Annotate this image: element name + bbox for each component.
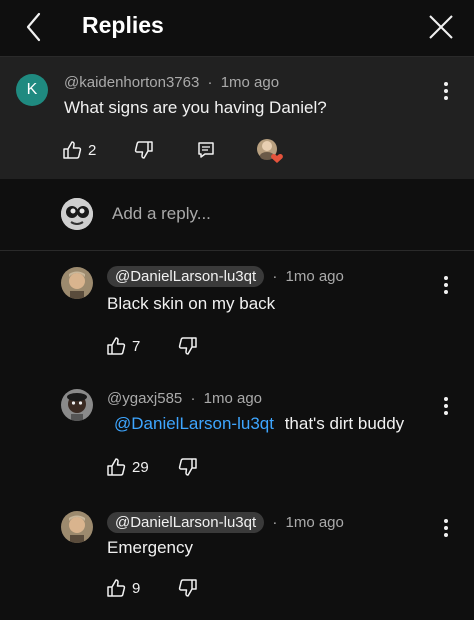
header-bar: Replies	[0, 0, 474, 57]
reply-composer: Add a reply...	[0, 179, 474, 251]
comment-meta: @DanielLarson-lu3qt · 1mo ago	[107, 266, 344, 287]
thumbs-up-icon	[106, 336, 126, 356]
meta-separator: ·	[190, 390, 196, 407]
parent-comment: K @kaidenhorton3763 · 1mo ago What signs…	[0, 57, 474, 179]
like-button[interactable]: 7	[106, 336, 140, 356]
comment-text: that's dirt buddy	[284, 414, 405, 433]
comment-author[interactable]: @DanielLarson-lu3qt	[107, 512, 265, 533]
more-options-button[interactable]	[436, 79, 456, 105]
like-button[interactable]: 29	[106, 457, 149, 477]
avatar-image-icon	[61, 389, 93, 421]
comment-meta: @ygaxj585 · 1mo ago	[107, 390, 262, 407]
comment-time: 1mo ago	[285, 514, 344, 531]
reply-button[interactable]	[196, 140, 216, 160]
comment-text: What signs are you having Daniel?	[64, 98, 327, 117]
comment-meta: @DanielLarson-lu3qt · 1mo ago	[107, 512, 344, 533]
close-icon	[429, 15, 453, 39]
avatar[interactable]	[61, 511, 93, 543]
like-count: 7	[132, 337, 141, 355]
comment-author[interactable]: @kaidenhorton3763	[64, 74, 199, 91]
comment-icon	[196, 140, 216, 160]
avatar-image-icon	[61, 267, 93, 299]
thumbs-up-icon	[62, 140, 82, 160]
meta-separator: ·	[272, 514, 278, 531]
like-button[interactable]: 9	[106, 578, 140, 598]
comment-text: Emergency	[107, 538, 193, 557]
more-options-button[interactable]	[436, 516, 456, 542]
avatar[interactable]	[61, 389, 93, 421]
comment-time: 1mo ago	[220, 74, 280, 91]
mention-link[interactable]: @DanielLarson-lu3qt	[114, 414, 274, 433]
comment-text-line: @DanielLarson-lu3qt that's dirt buddy	[114, 414, 404, 434]
like-count: 29	[132, 458, 149, 476]
thumbs-up-icon	[106, 578, 126, 598]
chevron-left-icon	[26, 12, 41, 42]
comment-author[interactable]: @ygaxj585	[107, 390, 182, 407]
avatar[interactable]: K	[16, 74, 48, 106]
dislike-button[interactable]	[134, 140, 154, 160]
more-options-button[interactable]	[436, 273, 456, 299]
reply-item: @DanielLarson-lu3qt · 1mo ago Emergency …	[0, 498, 474, 620]
thumbs-down-icon	[178, 578, 198, 598]
thumbs-down-icon	[134, 140, 154, 160]
reply-item: @DanielLarson-lu3qt · 1mo ago Black skin…	[0, 251, 474, 374]
thumbs-down-icon	[178, 457, 198, 477]
comment-text: Black skin on my back	[107, 294, 276, 313]
meta-separator: ·	[207, 74, 213, 91]
reply-item: @ygaxj585 · 1mo ago @DanielLarson-lu3qt …	[0, 374, 474, 498]
kebab-menu-icon	[444, 519, 448, 537]
creator-heart-icon	[257, 139, 283, 163]
like-count: 2	[88, 141, 97, 159]
close-button[interactable]	[426, 12, 456, 42]
kebab-menu-icon	[444, 397, 448, 415]
creator-heart-badge	[255, 137, 285, 165]
kebab-menu-icon	[444, 276, 448, 294]
comment-meta: @kaidenhorton3763 · 1mo ago	[64, 74, 279, 91]
comment-time: 1mo ago	[285, 268, 344, 285]
comment-author[interactable]: @DanielLarson-lu3qt	[107, 266, 265, 287]
avatar-image-icon	[61, 198, 93, 230]
dislike-button[interactable]	[178, 457, 198, 477]
comment-time: 1mo ago	[203, 390, 262, 407]
thumbs-down-icon	[178, 336, 198, 356]
user-avatar[interactable]	[61, 198, 93, 230]
meta-separator: ·	[272, 268, 278, 285]
page-title: Replies	[82, 12, 164, 38]
back-button[interactable]	[20, 10, 50, 44]
more-options-button[interactable]	[436, 394, 456, 420]
like-count: 9	[132, 579, 141, 597]
thumbs-up-icon	[106, 457, 126, 477]
avatar-image-icon	[61, 511, 93, 543]
dislike-button[interactable]	[178, 578, 198, 598]
like-button[interactable]: 2	[62, 140, 96, 160]
kebab-menu-icon	[444, 82, 448, 100]
reply-input[interactable]: Add a reply...	[112, 204, 211, 224]
dislike-button[interactable]	[178, 336, 198, 356]
avatar[interactable]	[61, 267, 93, 299]
